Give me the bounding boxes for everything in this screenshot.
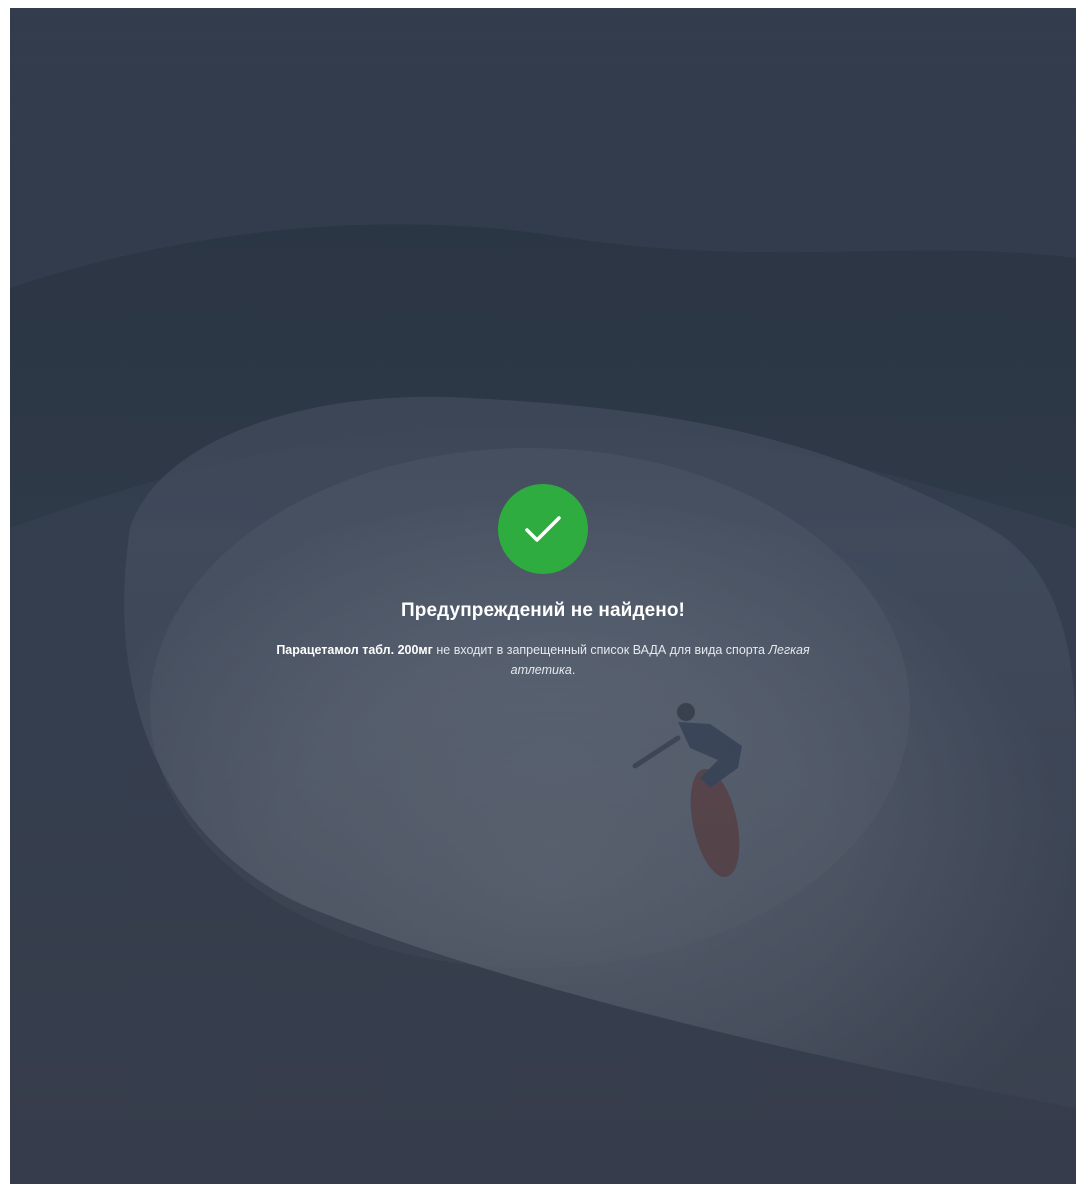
result-panel: Предупреждений не найдено! Парацетамол т… [10, 484, 1076, 680]
result-message: Парацетамол табл. 200мг не входит в запр… [243, 640, 843, 680]
message-end: . [571, 663, 576, 677]
drug-name: Парацетамол табл. 200мг [276, 643, 433, 657]
message-text: не входит в запрещенный список ВАДА для … [432, 643, 769, 657]
success-badge [498, 484, 588, 574]
result-title: Предупреждений не найдено! [401, 600, 685, 621]
result-screen: Предупреждений не найдено! Парацетамол т… [10, 8, 1076, 1184]
checkmark-icon [525, 516, 561, 542]
